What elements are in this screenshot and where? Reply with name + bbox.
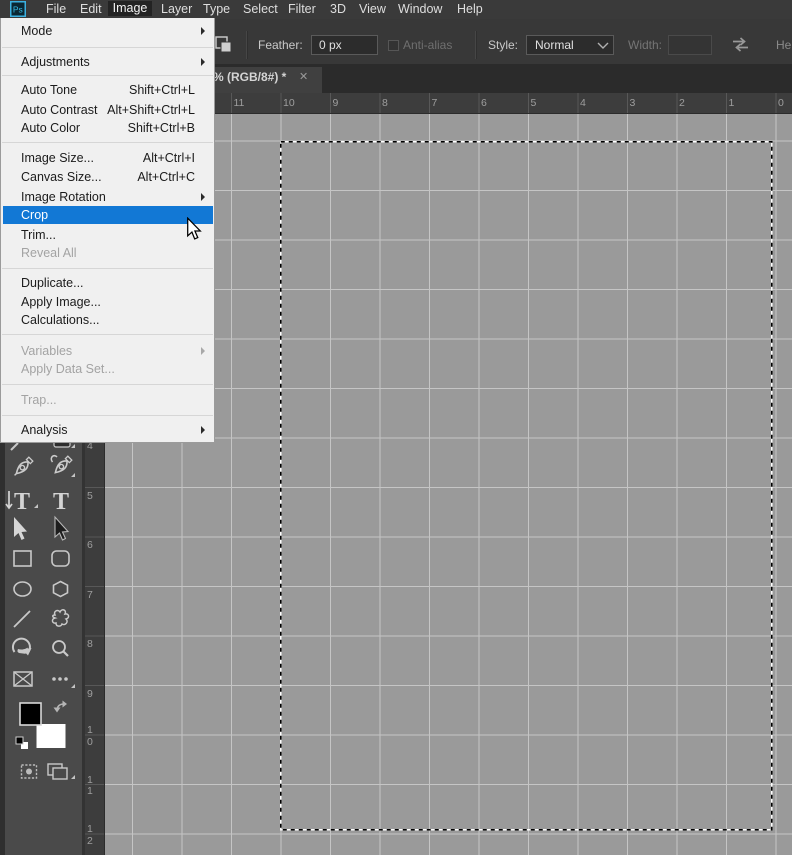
svg-text:Ps: Ps [13,5,23,15]
svg-text:T: T [53,489,69,515]
svg-text:T: T [14,489,30,515]
